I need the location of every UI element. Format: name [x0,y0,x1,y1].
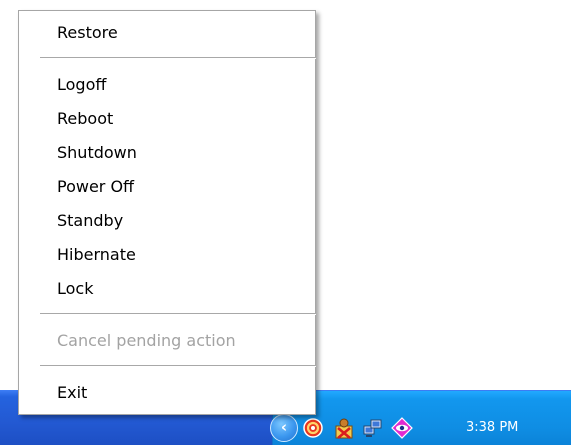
tray-context-menu: Restore Logoff Reboot Shutdown Power Off… [18,10,316,415]
tray-clock[interactable]: 3:38 PM [466,420,518,436]
red-circle-power-icon[interactable] [302,417,324,439]
menu-item-hibernate[interactable]: Hibernate [19,239,315,271]
menu-separator [40,57,316,59]
network-computers-icon[interactable] [362,417,384,439]
menu-item-cancel-pending-action: Cancel pending action [57,331,236,350]
menu-item-reboot[interactable]: Reboot [19,103,315,135]
menu-item-shutdown[interactable]: Shutdown [19,137,315,169]
user-blocked-icon[interactable] [333,417,355,439]
menu-item-power-off[interactable]: Power Off [19,171,315,203]
menu-item-exit[interactable]: Exit [19,377,315,409]
menu-separator [40,313,316,315]
menu-item-standby[interactable]: Standby [19,205,315,237]
menu-item-restore[interactable]: Restore [19,17,315,49]
menu-item-lock[interactable]: Lock [19,273,315,305]
menu-separator [40,365,316,367]
chevron-left-icon[interactable]: ‹ [270,414,298,442]
menu-item-logoff[interactable]: Logoff [19,69,315,101]
diamond-eye-icon[interactable] [391,417,413,439]
